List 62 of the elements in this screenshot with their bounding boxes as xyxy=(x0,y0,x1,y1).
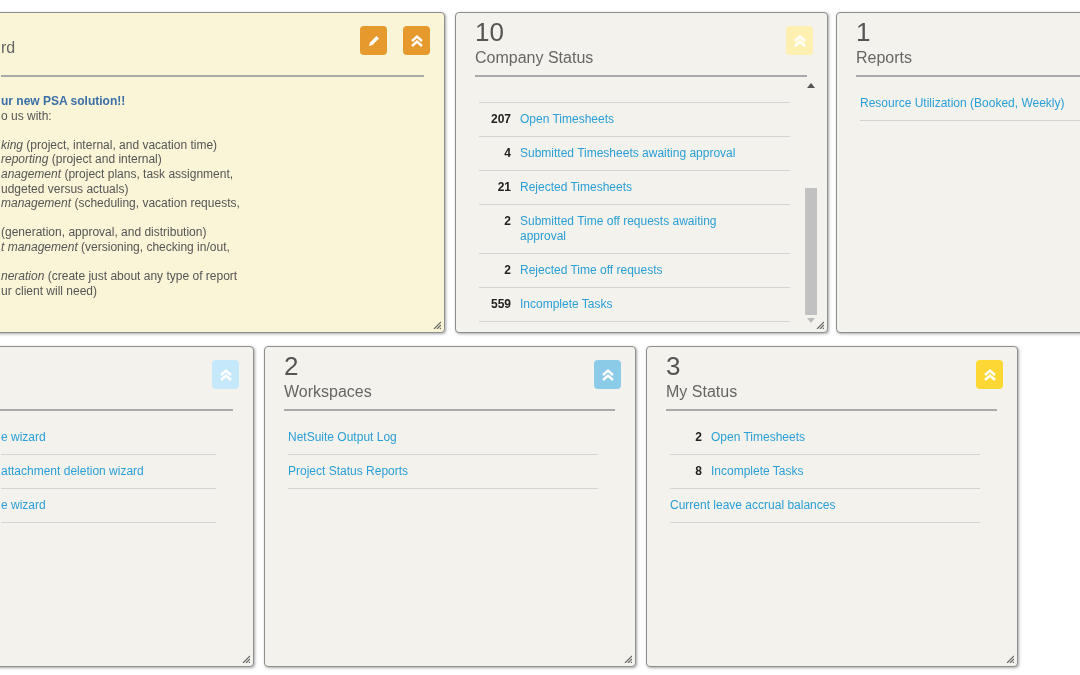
description-line: neration (create just about any type of report xyxy=(1,269,239,284)
double-chevron-up-icon xyxy=(218,367,233,382)
item-count: 559 xyxy=(489,297,511,312)
portlet-link[interactable]: Open Timesheets xyxy=(520,112,615,127)
welcome-heading: ur new PSA solution!! xyxy=(1,94,126,109)
item-count: 1 xyxy=(856,17,871,47)
double-chevron-up-icon xyxy=(982,367,997,382)
portlet-link[interactable]: Project Status Reports xyxy=(288,464,409,479)
item-count: 3 xyxy=(666,351,681,381)
portlet-link[interactable]: Current leave accrual balances xyxy=(670,498,836,513)
item-count: 207 xyxy=(489,112,511,127)
portlet-link[interactable]: Incomplete Tasks xyxy=(520,297,613,312)
portlet-link[interactable]: Resource Utilization (Booked, Weekly) xyxy=(860,96,1065,111)
double-chevron-up-icon xyxy=(600,367,615,382)
portlet-link[interactable]: Open Timesheets xyxy=(711,430,806,445)
scrollbar[interactable] xyxy=(804,83,818,323)
portlet-link[interactable]: e wizard xyxy=(1,498,46,513)
double-chevron-up-icon xyxy=(409,33,424,48)
description-line: o us with: xyxy=(1,108,53,124)
description-line: king (project, internal, and vacation time) xyxy=(1,137,219,153)
item-count: 8 xyxy=(694,464,702,479)
portlet-link[interactable]: NetSuite Output Log xyxy=(288,430,397,445)
card-title: My Status xyxy=(666,382,738,402)
edit-button[interactable] xyxy=(360,26,387,55)
portlet-link[interactable]: Submitted Timesheets awaiting approval xyxy=(520,146,736,161)
description-line: udgeted versus actuals) xyxy=(1,181,130,197)
item-count: 2 xyxy=(284,351,299,381)
card-title: Workspaces xyxy=(284,382,372,402)
description-line: management (scheduling, vacation requests, xyxy=(1,196,241,211)
scroll-up-icon[interactable] xyxy=(807,83,815,88)
portlet-link[interactable]: Rejected Timesheets xyxy=(520,180,633,195)
description-line: anagement (project plans, task assignment, xyxy=(1,166,235,182)
portlet-link[interactable]: Incomplete Tasks xyxy=(711,464,804,479)
item-count: 2 xyxy=(694,430,702,445)
description-line: reporting (project and internal) xyxy=(1,152,163,167)
description-line: t management (versioning, checking in/out, xyxy=(1,239,231,255)
portlet-link[interactable]: Rejected Time off requests xyxy=(520,263,663,278)
portlet-link[interactable]: Submitted Time off requests awaiting approval xyxy=(520,214,750,244)
description-line: (generation, approval, and distribution) xyxy=(1,225,208,240)
resize-grip-icon[interactable] xyxy=(816,321,824,329)
card-title: Reports xyxy=(856,48,913,68)
pencil-icon xyxy=(366,33,381,48)
resize-grip-icon[interactable] xyxy=(242,655,250,663)
portlet-link[interactable]: attachment deletion wizard xyxy=(1,464,144,479)
double-chevron-up-icon xyxy=(792,33,807,48)
collapse-button[interactable] xyxy=(212,360,239,389)
item-count: 4 xyxy=(503,146,511,161)
item-count: 21 xyxy=(496,180,511,195)
item-count: 2 xyxy=(503,263,511,278)
scroll-thumb[interactable] xyxy=(805,188,817,315)
item-count: 2 xyxy=(503,214,511,229)
description-line: ur client will need) xyxy=(1,283,99,299)
item-count: 10 xyxy=(475,17,504,47)
resize-grip-icon[interactable] xyxy=(433,321,441,329)
collapse-button[interactable] xyxy=(403,26,430,55)
resize-grip-icon[interactable] xyxy=(624,655,632,663)
card-title: rd xyxy=(1,38,16,58)
collapse-button[interactable] xyxy=(976,360,1003,389)
resize-grip-icon[interactable] xyxy=(1006,655,1014,663)
collapse-button[interactable] xyxy=(594,360,621,389)
portlet-link[interactable]: e wizard xyxy=(1,430,46,445)
card-title: Company Status xyxy=(475,48,594,68)
